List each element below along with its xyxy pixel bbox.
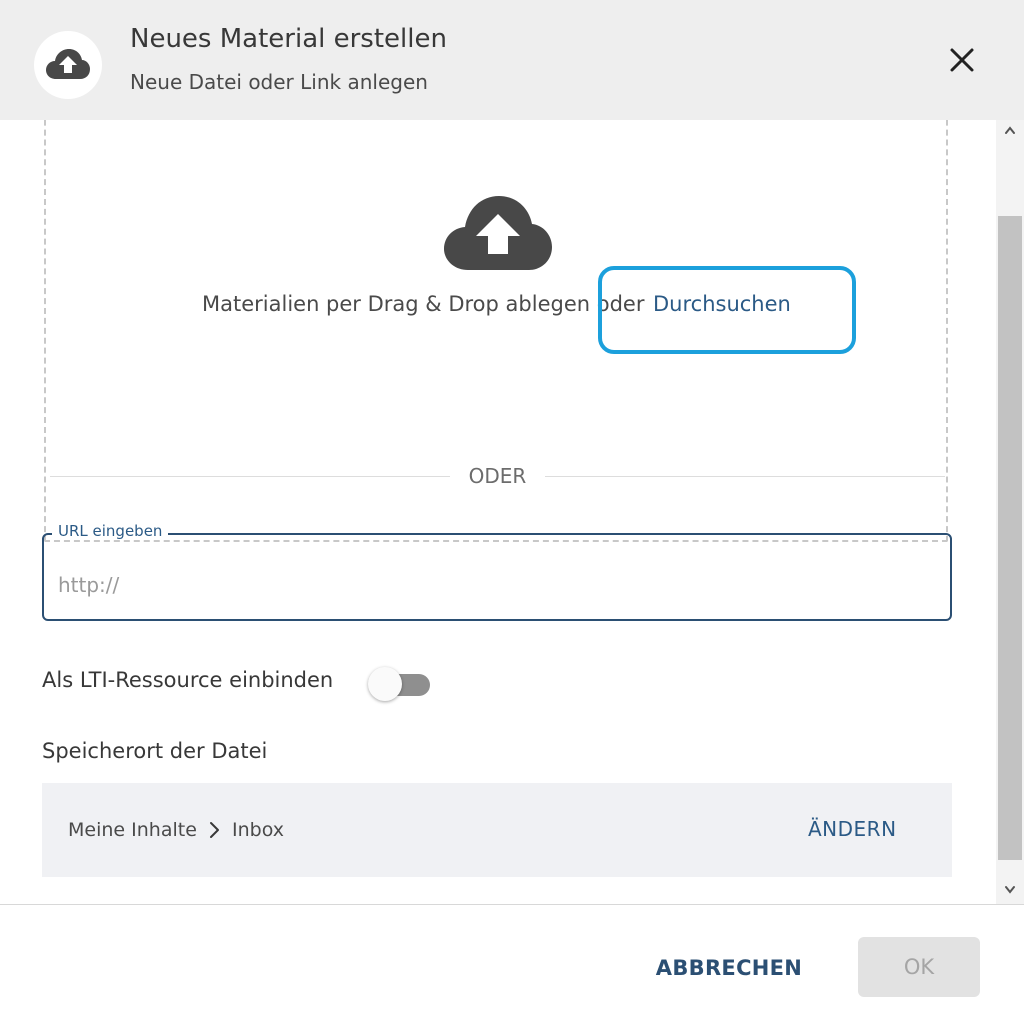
- lti-toggle[interactable]: [366, 666, 432, 702]
- url-field-label: URL eingeben: [52, 522, 169, 540]
- vertical-scrollbar[interactable]: [996, 120, 1024, 904]
- dialog-subtitle: Neue Datei oder Link anlegen: [130, 70, 428, 94]
- scroll-down-button[interactable]: [996, 880, 1024, 900]
- chevron-up-icon: [1005, 126, 1015, 134]
- storage-title: Speicherort der Datei: [42, 739, 268, 763]
- divider-line-left: [50, 476, 450, 477]
- lti-toggle-knob: [368, 667, 402, 701]
- divider-line-right: [545, 476, 945, 477]
- chevron-right-icon: [210, 822, 219, 838]
- cloud-upload-icon: [46, 49, 90, 79]
- cancel-button[interactable]: ABBRECHEN: [652, 940, 806, 996]
- dialog-content: Materialien per Drag & Drop ablegen oder…: [0, 120, 996, 904]
- cloud-upload-icon: [444, 196, 552, 270]
- url-input[interactable]: [58, 565, 928, 605]
- scrollbar-thumb[interactable]: [998, 216, 1022, 860]
- close-icon: [950, 48, 974, 72]
- header-icon-circle: [34, 31, 102, 99]
- ok-button[interactable]: OK: [858, 937, 980, 997]
- chevron-down-icon: [1005, 886, 1015, 894]
- breadcrumb-item-my-content: Meine Inhalte: [68, 819, 197, 841]
- dialog-header: Neues Material erstellen Neue Datei oder…: [0, 0, 1024, 120]
- footer-divider: [0, 904, 1024, 905]
- browse-link[interactable]: Durchsuchen: [653, 292, 791, 316]
- lti-toggle-label: Als LTI-Ressource einbinden: [42, 668, 334, 692]
- scroll-up-button[interactable]: [996, 120, 1024, 140]
- change-location-button[interactable]: ÄNDERN: [808, 817, 897, 841]
- divider-label: ODER: [468, 464, 527, 488]
- drop-zone-instructions: Materialien per Drag & Drop ablegen oder: [202, 292, 645, 316]
- close-button[interactable]: [944, 42, 980, 78]
- dialog-title: Neues Material erstellen: [130, 24, 447, 54]
- breadcrumb-item-inbox: Inbox: [232, 819, 284, 841]
